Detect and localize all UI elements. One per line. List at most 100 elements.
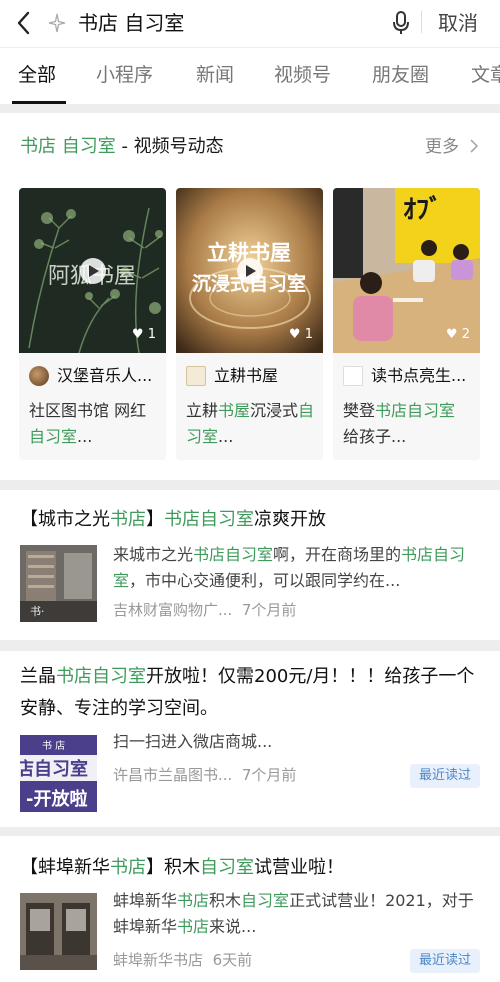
avatar xyxy=(186,366,206,386)
desc-text: 立耕 xyxy=(186,401,219,420)
title-highlight: 书店自习室 xyxy=(164,509,254,530)
snippet-text: 啊，开在商场里的 xyxy=(273,545,402,564)
svg-text:店自习室: 店自习室 xyxy=(20,758,88,780)
like-count: ♥ 1 xyxy=(131,327,156,342)
avatar xyxy=(29,366,49,386)
article-snippet: 来城市之光书店自习室啊，开在商场里的书店自习室，市中心交通便利，可以跟同学约在.… xyxy=(113,542,483,594)
desc-text: ... xyxy=(218,427,234,446)
article-time: 7个月前 xyxy=(241,601,297,619)
desc-text: 沉浸式 xyxy=(250,401,299,420)
title-text: 凉爽开放 xyxy=(254,509,326,530)
play-icon xyxy=(80,258,106,284)
snippet-highlight: 书店 xyxy=(177,891,210,910)
article-thumbnail: 书· xyxy=(20,545,97,622)
avatar xyxy=(343,366,363,386)
video-card[interactable]: 阿狐书屋 ♥ 1 汉堡音乐人... 社区图书馆 网红自习室... xyxy=(19,188,166,460)
channels-section: 书店 自习室 - 视频号动态 更多 阿狐书屋 ♥ 1 xyxy=(0,113,500,480)
article-thumbnail: 书 店 店自习室 -开放啦 xyxy=(20,735,97,812)
desc-text: 樊登 xyxy=(343,401,376,420)
tab-mini-programs[interactable]: 小程序 xyxy=(96,62,153,88)
article-meta: 吉林财富购物广... 7个月前 xyxy=(113,599,296,621)
like-count-value: 1 xyxy=(147,327,156,342)
play-icon xyxy=(237,258,263,284)
back-arrow-icon[interactable] xyxy=(14,10,34,36)
svg-text:书 店: 书 店 xyxy=(42,739,65,752)
article-snippet: 蚌埠新华书店积木自习室正式试营业！2021，对于蚌埠新华书店来说... xyxy=(113,888,483,940)
desc-text: ... xyxy=(77,427,93,446)
section-title-suffix: - 视频号动态 xyxy=(115,136,224,157)
section-title: 书店 自习室 - 视频号动态 xyxy=(20,134,224,160)
snippet-highlight: 自习室 xyxy=(241,891,290,910)
like-count: ♥ 2 xyxy=(445,327,470,342)
video-description: 社区图书馆 网红自习室... xyxy=(29,398,159,450)
desc-highlight: 书店自习室 xyxy=(375,401,456,420)
chevron-right-icon xyxy=(470,139,479,153)
snippet-text: 积木 xyxy=(209,891,242,910)
title-text: 试营业啦！ xyxy=(254,857,344,878)
article-title: 兰晶书店自习室开放啦！仅需200元/月！！！给孩子一个安静、专注的学习空间。 xyxy=(20,661,484,725)
article-result[interactable]: 【城市之光书店】书店自习室凉爽开放 书· 来城市之光书店自习室啊，开在商场里的书… xyxy=(0,490,500,640)
title-text: 】 xyxy=(146,509,164,530)
tab-articles[interactable]: 文章 xyxy=(471,62,500,88)
title-text: 兰晶 xyxy=(20,666,56,687)
search-query[interactable]: 书店 自习室 xyxy=(78,9,184,37)
author-row: 汉堡音乐人... xyxy=(29,364,161,388)
like-count-value: 1 xyxy=(304,327,313,342)
title-highlight: 自习室 xyxy=(200,857,254,878)
title-highlight: 书店 xyxy=(110,857,146,878)
svg-text:书·: 书· xyxy=(30,605,45,618)
microphone-icon[interactable] xyxy=(392,10,410,36)
tab-channels[interactable]: 视频号 xyxy=(274,62,331,88)
article-result[interactable]: 【蚌埠新华书店】积木自习室试营业啦！ 蚌埠新华书店积木自习室正式试营业！2021… xyxy=(0,836,500,982)
sparkle-icon xyxy=(48,13,66,33)
title-text: 】积木 xyxy=(146,857,200,878)
snippet-highlight: 书店 xyxy=(177,917,210,936)
article-title: 【城市之光书店】书店自习室凉爽开放 xyxy=(20,504,484,536)
recently-read-badge: 最近读过 xyxy=(410,764,480,788)
snippet-text: 来城市之光 xyxy=(113,545,194,564)
tab-news[interactable]: 新闻 xyxy=(196,62,234,88)
author-name: 读书点亮生... xyxy=(371,366,467,385)
article-time: 7个月前 xyxy=(241,766,297,784)
author-row: 读书点亮生... xyxy=(343,364,475,388)
snippet-highlight: 书店自习室 xyxy=(193,545,274,564)
title-text: 【城市之光 xyxy=(20,509,110,530)
video-thumbnail: ｵﾌﾞ ♥ 2 xyxy=(333,188,480,353)
snippet-text: 扫一扫进入微店商城... xyxy=(113,732,273,751)
video-card[interactable]: ｵﾌﾞ ♥ 2 读书点亮生... 樊登书店自习室 给孩子... xyxy=(333,188,480,460)
snippet-text: 来说... xyxy=(209,917,257,936)
section-title-keyword: 书店 自习室 xyxy=(20,136,116,157)
article-thumbnail-image xyxy=(20,893,97,970)
article-meta: 许昌市兰晶图书... 7个月前 xyxy=(113,764,296,786)
author-name: 立耕书屋 xyxy=(214,366,279,385)
article-result[interactable]: 兰晶书店自习室开放啦！仅需200元/月！！！给孩子一个安静、专注的学习空间。 书… xyxy=(0,651,500,827)
svg-text:-开放啦: -开放啦 xyxy=(26,788,87,810)
article-thumbnail xyxy=(20,893,97,970)
snippet-text: 蚌埠新华 xyxy=(113,891,178,910)
active-tab-indicator xyxy=(12,101,66,104)
divider xyxy=(421,11,422,33)
more-link[interactable]: 更多 xyxy=(425,134,480,160)
article-source: 蚌埠新华书店 xyxy=(113,951,204,969)
title-highlight: 书店自习室 xyxy=(56,666,146,687)
search-bar: 书店 自习室 取消 xyxy=(0,0,500,47)
tab-all[interactable]: 全部 xyxy=(18,62,56,88)
article-thumbnail-image: 书 店 店自习室 -开放啦 xyxy=(20,735,97,812)
video-thumbnail: 立耕书屋 沉浸式自习室 ♥ 1 xyxy=(176,188,323,353)
like-count: ♥ 1 xyxy=(288,327,313,342)
svg-text:ｵﾌﾞ: ｵﾌﾞ xyxy=(403,194,442,225)
article-title: 【蚌埠新华书店】积木自习室试营业啦！ xyxy=(20,852,484,884)
cancel-button[interactable]: 取消 xyxy=(438,9,478,37)
recently-read-badge: 最近读过 xyxy=(410,949,480,973)
desc-text: 社区图书馆 网红 xyxy=(29,401,147,420)
author-row: 立耕书屋 xyxy=(186,364,318,388)
video-card[interactable]: 立耕书屋 沉浸式自习室 ♥ 1 立耕书屋 立耕书屋沉浸式自习室... xyxy=(176,188,323,460)
article-meta: 蚌埠新华书店 6天前 xyxy=(113,949,252,971)
video-description: 立耕书屋沉浸式自习室... xyxy=(186,398,316,450)
video-description: 樊登书店自习室 给孩子... xyxy=(343,398,473,450)
tab-moments[interactable]: 朋友圈 xyxy=(372,62,429,88)
article-source: 吉林财富购物广... xyxy=(113,601,233,619)
author-name: 汉堡音乐人... xyxy=(57,366,153,385)
like-count-value: 2 xyxy=(461,327,470,342)
title-highlight: 书店 xyxy=(110,509,146,530)
